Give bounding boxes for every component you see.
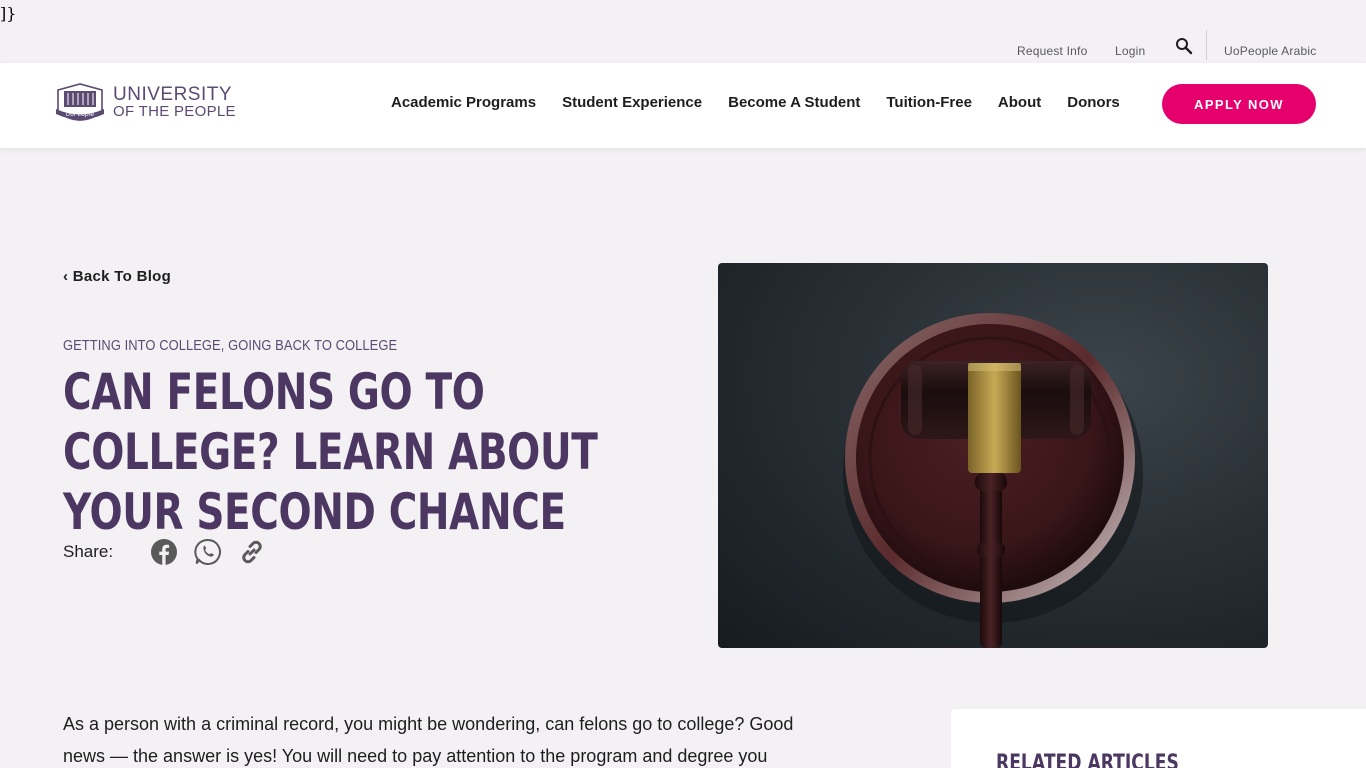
article-intro: As a person with a criminal record, you … <box>63 714 794 766</box>
article-categories[interactable]: Getting into College, Going back to Coll… <box>63 337 397 354</box>
request-info-link[interactable]: Request Info <box>1017 44 1087 58</box>
facebook-icon[interactable] <box>149 537 179 567</box>
share-bar: Share: <box>63 536 281 568</box>
logo-badge-text: UoPeople <box>66 111 95 118</box>
main-nav: Academic Programs Student Experience Bec… <box>391 94 1146 111</box>
utility-divider <box>1206 30 1207 60</box>
nav-about[interactable]: About <box>998 94 1041 111</box>
article-title: Can Felons Go to College? Learn About Yo… <box>63 363 598 541</box>
search-icon[interactable] <box>1174 36 1194 56</box>
logo-wordmark: UNIVERSITY OF THE PEOPLE <box>113 84 236 120</box>
logo-line-1: UNIVERSITY <box>113 84 233 105</box>
main-header: UoPeople UNIVERSITY OF THE PEOPLE Academ… <box>0 63 1366 148</box>
utility-bar: Request Info Login UoPeople Arabic <box>0 28 1366 63</box>
gavel-illustration <box>843 313 1143 648</box>
share-label: Share: <box>63 542 114 561</box>
whatsapp-icon[interactable] <box>193 537 223 567</box>
nav-academic-programs[interactable]: Academic Programs <box>391 94 536 111</box>
nav-tuition-free[interactable]: Tuition-Free <box>886 94 972 111</box>
nav-donors[interactable]: Donors <box>1067 94 1120 111</box>
login-link[interactable]: Login <box>1115 44 1145 58</box>
nav-become-a-student[interactable]: Become A Student <box>728 94 860 111</box>
back-to-blog-link[interactable]: ‹ Back To Blog <box>63 268 171 285</box>
apply-now-button[interactable]: APPLY NOW <box>1162 84 1316 124</box>
arabic-site-link[interactable]: UoPeople Arabic <box>1224 44 1316 58</box>
uopeople-logo[interactable]: UoPeople UNIVERSITY OF THE PEOPLE <box>52 82 242 128</box>
nav-student-experience[interactable]: Student Experience <box>562 94 702 111</box>
link-icon[interactable] <box>237 537 267 567</box>
logo-line-2: OF THE PEOPLE <box>113 103 236 120</box>
logo-crest-icon: UoPeople <box>56 83 104 121</box>
related-articles-panel: Related Articles <box>951 709 1366 768</box>
gavel-image <box>718 263 1268 648</box>
stray-text: ]} <box>0 4 17 23</box>
related-articles-title: Related Articles <box>996 751 1179 768</box>
